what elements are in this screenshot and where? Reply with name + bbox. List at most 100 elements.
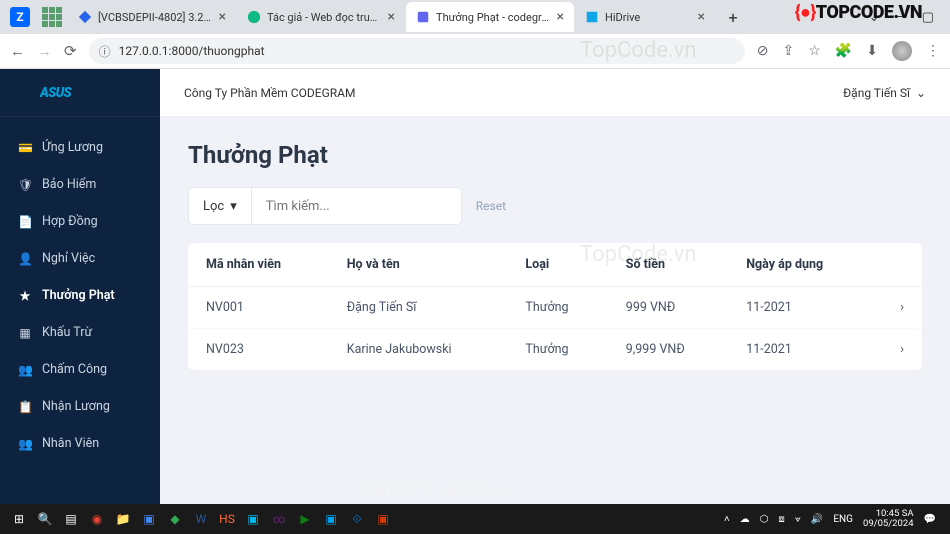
clipboard-icon: 📋 <box>18 400 32 414</box>
tab-title: [VCBSDEPII-4802] 3.2. Xử lý gắn <box>98 11 213 24</box>
cell-date: 11-2021 <box>728 329 871 371</box>
word-icon[interactable]: W <box>188 506 214 532</box>
forward-button[interactable]: → <box>37 42 52 60</box>
topbar: Công Ty Phần Mềm CODEGRAM Đặng Tiến Sĩ ⌄ <box>160 69 950 117</box>
share-icon[interactable]: ⇪ <box>783 43 795 59</box>
col-date: Ngày áp dụng <box>728 243 871 287</box>
browser-tab-0[interactable]: [VCBSDEPII-4802] 3.2. Xử lý gắn × <box>68 2 236 32</box>
chrome-icon[interactable]: ◉ <box>84 506 110 532</box>
tab-title: Thưởng Phạt - codegram.pro <box>436 11 551 24</box>
brand-logo[interactable]: ASUS <box>0 69 160 117</box>
filter-type-select[interactable]: Lọc ▾ <box>188 187 252 225</box>
sidebar-item-label: Thưởng Phạt <box>42 288 115 303</box>
sidebar-item-khau-tru[interactable]: ▦Khấu Trừ <box>0 314 160 351</box>
reset-button[interactable]: Reset <box>476 199 506 213</box>
filter-bar: Lọc ▾ Reset <box>188 187 922 225</box>
clock[interactable]: 10:45 SA 09/05/2024 <box>863 509 914 530</box>
back-button[interactable]: ← <box>10 42 25 60</box>
sidebar-item-label: Nhận Lương <box>42 399 110 414</box>
extensions-icon[interactable]: 🧩 <box>835 43 852 59</box>
tab-title: Tác giả - Web đọc truyện <box>267 11 382 24</box>
language-indicator[interactable]: ENG <box>833 514 853 525</box>
chevron-right-icon[interactable]: › <box>872 287 922 329</box>
cell-id: NV023 <box>188 329 329 371</box>
tray-up-icon[interactable]: ˄ <box>724 514 730 525</box>
zalo-icon[interactable]: Z <box>10 7 30 27</box>
asus-logo-icon: ASUS <box>40 84 120 102</box>
volume-icon[interactable]: 🔊 <box>811 514 823 525</box>
kebab-menu-icon[interactable]: ⋮ <box>926 43 940 59</box>
page-title: Thưởng Phạt <box>188 141 922 169</box>
sidebar-item-thuong-phat[interactable]: ★Thưởng Phạt <box>0 277 160 314</box>
tab-favicon-1 <box>247 10 261 24</box>
topcode-logo: {●}TOPCODE.VN <box>795 2 922 23</box>
grid-launcher-icon[interactable] <box>42 7 62 27</box>
site-info-icon[interactable]: ⓘ <box>99 43 111 60</box>
content: Thưởng Phạt Lọc ▾ Reset Mã nhân viên Họ … <box>160 117 950 394</box>
app-icon[interactable]: ▣ <box>318 506 344 532</box>
onedrive-icon[interactable]: ⬡ <box>760 514 769 525</box>
bluetooth-icon[interactable]: ⧈ <box>778 514 784 525</box>
bookmark-icon[interactable]: ☆ <box>808 43 821 59</box>
search-icon[interactable]: 🔍 <box>32 506 58 532</box>
col-amount: Số tiền <box>608 243 728 287</box>
vs-icon[interactable]: ∞ <box>266 506 292 532</box>
person-icon: 👤 <box>18 252 32 266</box>
tab-favicon-0 <box>78 10 92 24</box>
task-view-icon[interactable]: ▤ <box>58 506 84 532</box>
sidebar-item-hop-dong[interactable]: 📄Hợp Đồng <box>0 203 160 240</box>
shield-icon: 🛡 <box>18 178 32 192</box>
app-icon[interactable]: ◆ <box>162 506 188 532</box>
tab-favicon-3 <box>585 10 599 24</box>
tab-close-icon[interactable]: × <box>698 9 705 25</box>
app-icon[interactable]: ▣ <box>370 506 396 532</box>
url-input[interactable]: ⓘ 127.0.0.1:8000/thuongphat <box>89 38 745 64</box>
sidebar-item-cham-cong[interactable]: 👥Chấm Công <box>0 351 160 388</box>
browser-chrome: Z [VCBSDEPII-4802] 3.2. Xử lý gắn × Tác … <box>0 0 950 69</box>
reload-button[interactable]: ⟳ <box>64 42 77 60</box>
document-icon: 📄 <box>18 215 32 229</box>
link-icon[interactable]: ⊘ <box>757 43 769 59</box>
sidebar-item-nhan-vien[interactable]: 👥Nhân Viên <box>0 425 160 462</box>
new-tab-button[interactable]: + <box>720 4 746 30</box>
table-row[interactable]: NV001 Đặng Tiến Sĩ Thưởng 999 VNĐ 11-202… <box>188 287 922 329</box>
users-icon: 👥 <box>18 363 32 377</box>
nav-list: 💳Ứng Lương 🛡Bảo Hiểm 📄Hợp Đồng 👤Nghỉ Việ… <box>0 117 160 462</box>
url-text: 127.0.0.1:8000/thuongphat <box>119 44 265 58</box>
browser-tab-2[interactable]: Thưởng Phạt - codegram.pro × <box>406 2 574 32</box>
cloud-icon[interactable]: ☁ <box>740 514 750 525</box>
chevron-right-icon[interactable]: › <box>872 329 922 371</box>
browser-tab-1[interactable]: Tác giả - Web đọc truyện × <box>237 2 405 32</box>
download-icon[interactable]: ⬇ <box>866 43 878 59</box>
tab-close-icon[interactable]: × <box>219 9 226 25</box>
user-menu[interactable]: Đặng Tiến Sĩ ⌄ <box>843 86 926 100</box>
maximize-icon[interactable]: ▢ <box>922 10 934 25</box>
tab-close-icon[interactable]: × <box>557 9 564 25</box>
browser-tab-3[interactable]: HiDrive × <box>575 2 715 32</box>
sidebar: ASUS 💳Ứng Lương 🛡Bảo Hiểm 📄Hợp Đồng 👤Ngh… <box>0 69 160 505</box>
sidebar-item-nghi-viec[interactable]: 👤Nghỉ Việc <box>0 240 160 277</box>
sidebar-item-bao-hiem[interactable]: 🛡Bảo Hiểm <box>0 166 160 203</box>
tab-close-icon[interactable]: × <box>388 9 395 25</box>
start-button[interactable]: ⊞ <box>6 506 32 532</box>
col-employee-id: Mã nhân viên <box>188 243 329 287</box>
app-icon[interactable]: ⟐ <box>344 506 370 532</box>
app-icon[interactable]: ▣ <box>240 506 266 532</box>
notification-icon[interactable]: 💬 <box>924 514 936 525</box>
profile-avatar[interactable] <box>892 41 912 61</box>
tab-title: HiDrive <box>605 11 692 24</box>
explorer-icon[interactable]: 📁 <box>110 506 136 532</box>
cell-name: Karine Jakubowski <box>329 329 508 371</box>
wifi-icon[interactable]: ⟇ <box>795 514 801 525</box>
sidebar-item-nhan-luong[interactable]: 📋 Nhận Lương <box>0 388 160 425</box>
app-icon[interactable]: ▶ <box>292 506 318 532</box>
cell-type: Thưởng <box>507 287 607 329</box>
sidebar-item-ung-luong[interactable]: 💳Ứng Lương <box>0 129 160 166</box>
cell-amount: 9,999 VNĐ <box>608 329 728 371</box>
data-table: Mã nhân viên Họ và tên Loại Số tiền Ngày… <box>188 243 922 370</box>
app-icon[interactable]: HS <box>214 506 240 532</box>
app-icon[interactable]: ▣ <box>136 506 162 532</box>
table-row[interactable]: NV023 Karine Jakubowski Thưởng 9,999 VNĐ… <box>188 329 922 371</box>
company-name: Công Ty Phần Mềm CODEGRAM <box>184 86 355 100</box>
search-input[interactable] <box>252 187 462 225</box>
